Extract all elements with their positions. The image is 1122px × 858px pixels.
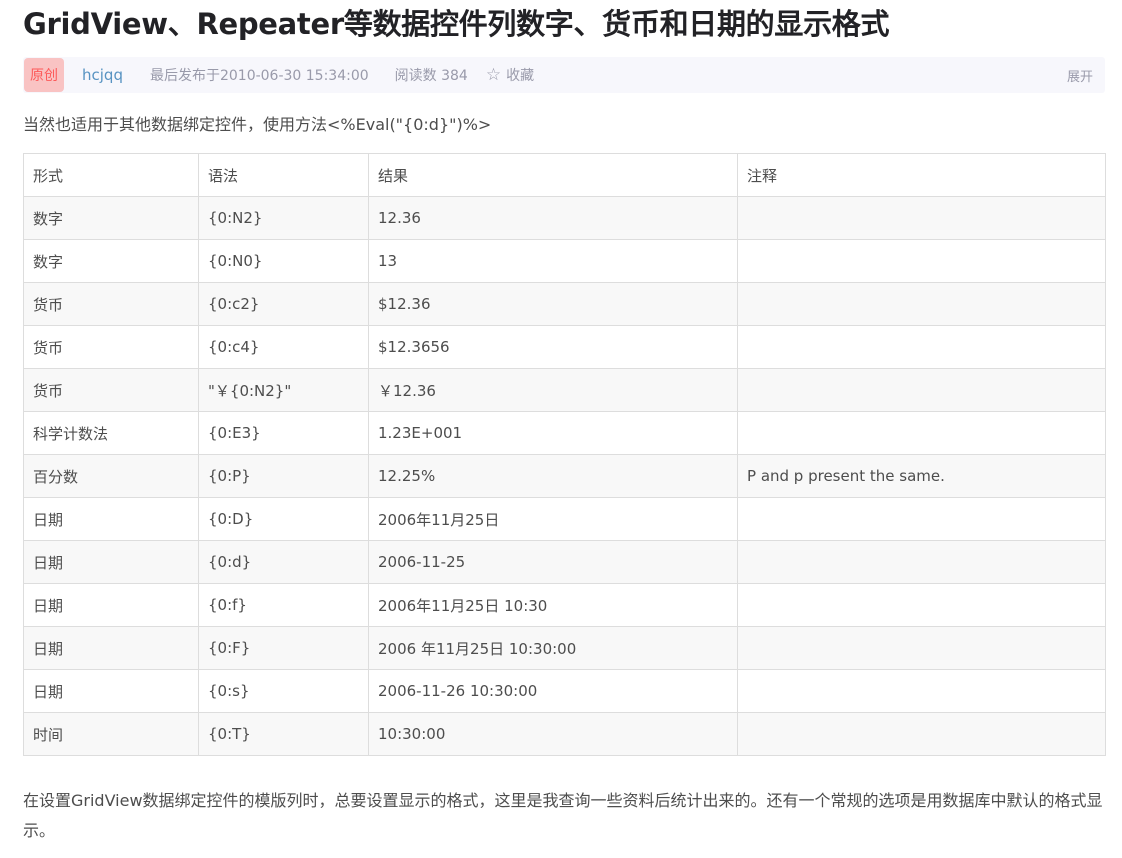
table-cell: 1.23E+001 <box>368 411 738 455</box>
table-cell: $12.36 <box>368 282 738 326</box>
table-cell: 日期 <box>23 626 199 670</box>
favorite-label: 收藏 <box>506 68 535 84</box>
table-cell <box>737 583 1106 627</box>
outro-paragraph: 在设置GridView数据绑定控件的模版列时，总要设置显示的格式，这里是我查询一… <box>23 791 1103 840</box>
table-cell: 2006年11月25日 <box>368 497 738 541</box>
read-count: 阅读数 384 <box>394 68 468 84</box>
table-cell: {0:N2} <box>198 196 369 240</box>
table-cell: 日期 <box>23 669 199 713</box>
table-cell: 数字 <box>23 196 199 240</box>
table-row: 日期 {0:f} 2006年11月25日 10:30 <box>23 583 1106 627</box>
table-body: 数字 {0:N2} 12.36 数字 {0:N0} 13 货币 {0:c2} $12.36 货币{… <box>23 196 1106 756</box>
table-cell <box>737 669 1106 713</box>
table-cell: 12.25% <box>368 454 738 498</box>
format-table: 形式 语法 结果 注释 数字 {0:N2} 12.36 数字 {0:N0} 13 货币 {0:… <box>23 153 1106 756</box>
table-cell: 科学计数法 <box>23 411 199 455</box>
table-cell <box>737 626 1106 670</box>
table-cell <box>737 368 1106 412</box>
favorite-button[interactable]: ☆ 收藏 <box>486 65 534 85</box>
table-cell <box>737 497 1106 541</box>
table-cell: $12.3656 <box>368 325 738 369</box>
article-meta-bar: 原创 hcjqq 最后发布于2010-06-30 15:34:00 阅读数 38… <box>23 57 1105 93</box>
table-row: 时间 {0:T} 10:30:00 <box>23 712 1106 756</box>
table-cell: {0:E3} <box>198 411 369 455</box>
table-row: 百分数 {0:P} 12.25% P and p present the same. <box>23 454 1106 498</box>
table-cell: {0:D} <box>198 497 369 541</box>
table-cell <box>737 325 1106 369</box>
table-row: 科学计数法 {0:E3} 1.23E+001 <box>23 411 1106 455</box>
table-cell: 百分数 <box>23 454 199 498</box>
column-header: 语法 <box>198 153 369 197</box>
table-row: 货币 {0:c4} $12.3656 <box>23 325 1106 369</box>
table-cell: 2006 年11月25日 10:30:00 <box>368 626 738 670</box>
table-cell: {0:d} <box>198 540 369 584</box>
table-row: 日期 {0:D} 2006年11月25日 <box>23 497 1106 541</box>
table-cell: {0:f} <box>198 583 369 627</box>
table-row: 日期 {0:s} 2006-11-26 10:30:00 <box>23 669 1106 713</box>
table-cell: 货币 <box>23 282 199 326</box>
table-cell: {0:P} <box>198 454 369 498</box>
table-row: 数字 {0:N0} 13 <box>23 239 1106 283</box>
table-cell: {0:N0} <box>198 239 369 283</box>
table-row: 货币 {0:c2} $12.36 <box>23 282 1106 326</box>
table-cell <box>737 282 1106 326</box>
table-header-row: 形式 语法 结果 注释 <box>23 153 1106 197</box>
table-cell: 2006-11-25 <box>368 540 738 584</box>
table-cell <box>737 540 1106 584</box>
article: GridView、Repeater等数据控件列数字、货币和日期的显示格式 原创 … <box>23 0 1106 846</box>
table-cell: 货币 <box>23 325 199 369</box>
column-header: 形式 <box>23 153 199 197</box>
publish-time: 最后发布于2010-06-30 15:34:00 <box>149 68 369 84</box>
table-cell: {0:c4} <box>198 325 369 369</box>
star-outline-icon: ☆ <box>485 64 502 85</box>
table-cell: "￥{0:N2}" <box>198 368 369 412</box>
table-row: 货币 "￥{0:N2}" ￥12.36 <box>23 368 1106 412</box>
article-title: GridView、Repeater等数据控件列数字、货币和日期的显示格式 <box>23 7 890 41</box>
expand-button[interactable]: 展开 <box>1067 66 1093 85</box>
column-header: 结果 <box>368 153 738 197</box>
table-row: 日期 {0:d} 2006-11-25 <box>23 540 1106 584</box>
table-cell: {0:s} <box>198 669 369 713</box>
table-cell <box>737 411 1106 455</box>
table-cell <box>737 239 1106 283</box>
table-cell: P and p present the same. <box>737 454 1106 498</box>
table-cell: 12.36 <box>368 196 738 240</box>
table-cell <box>737 196 1106 240</box>
table-row: 数字 {0:N2} 12.36 <box>23 196 1106 240</box>
table-cell: {0:F} <box>198 626 369 670</box>
table-cell: {0:T} <box>198 712 369 756</box>
table-cell: 日期 <box>23 583 199 627</box>
table-cell: 数字 <box>23 239 199 283</box>
table-cell: 10:30:00 <box>368 712 738 756</box>
table-cell: 2006-11-26 10:30:00 <box>368 669 738 713</box>
table-cell: ￥12.36 <box>368 368 738 412</box>
table-cell: {0:c2} <box>198 282 369 326</box>
table-cell: 时间 <box>23 712 199 756</box>
intro-paragraph: 当然也适用于其他数据绑定控件，使用方法<%Eval("{0:d}")%> <box>23 115 492 134</box>
column-header: 注释 <box>737 153 1106 197</box>
table-cell: 日期 <box>23 540 199 584</box>
table-cell: 13 <box>368 239 738 283</box>
original-badge: 原创 <box>24 58 64 92</box>
table-cell: 2006年11月25日 10:30 <box>368 583 738 627</box>
table-row: 日期 {0:F} 2006 年11月25日 10:30:00 <box>23 626 1106 670</box>
author-link[interactable]: hcjqq <box>82 66 123 84</box>
table-cell: 货币 <box>23 368 199 412</box>
table-cell <box>737 712 1106 756</box>
table-cell: 日期 <box>23 497 199 541</box>
